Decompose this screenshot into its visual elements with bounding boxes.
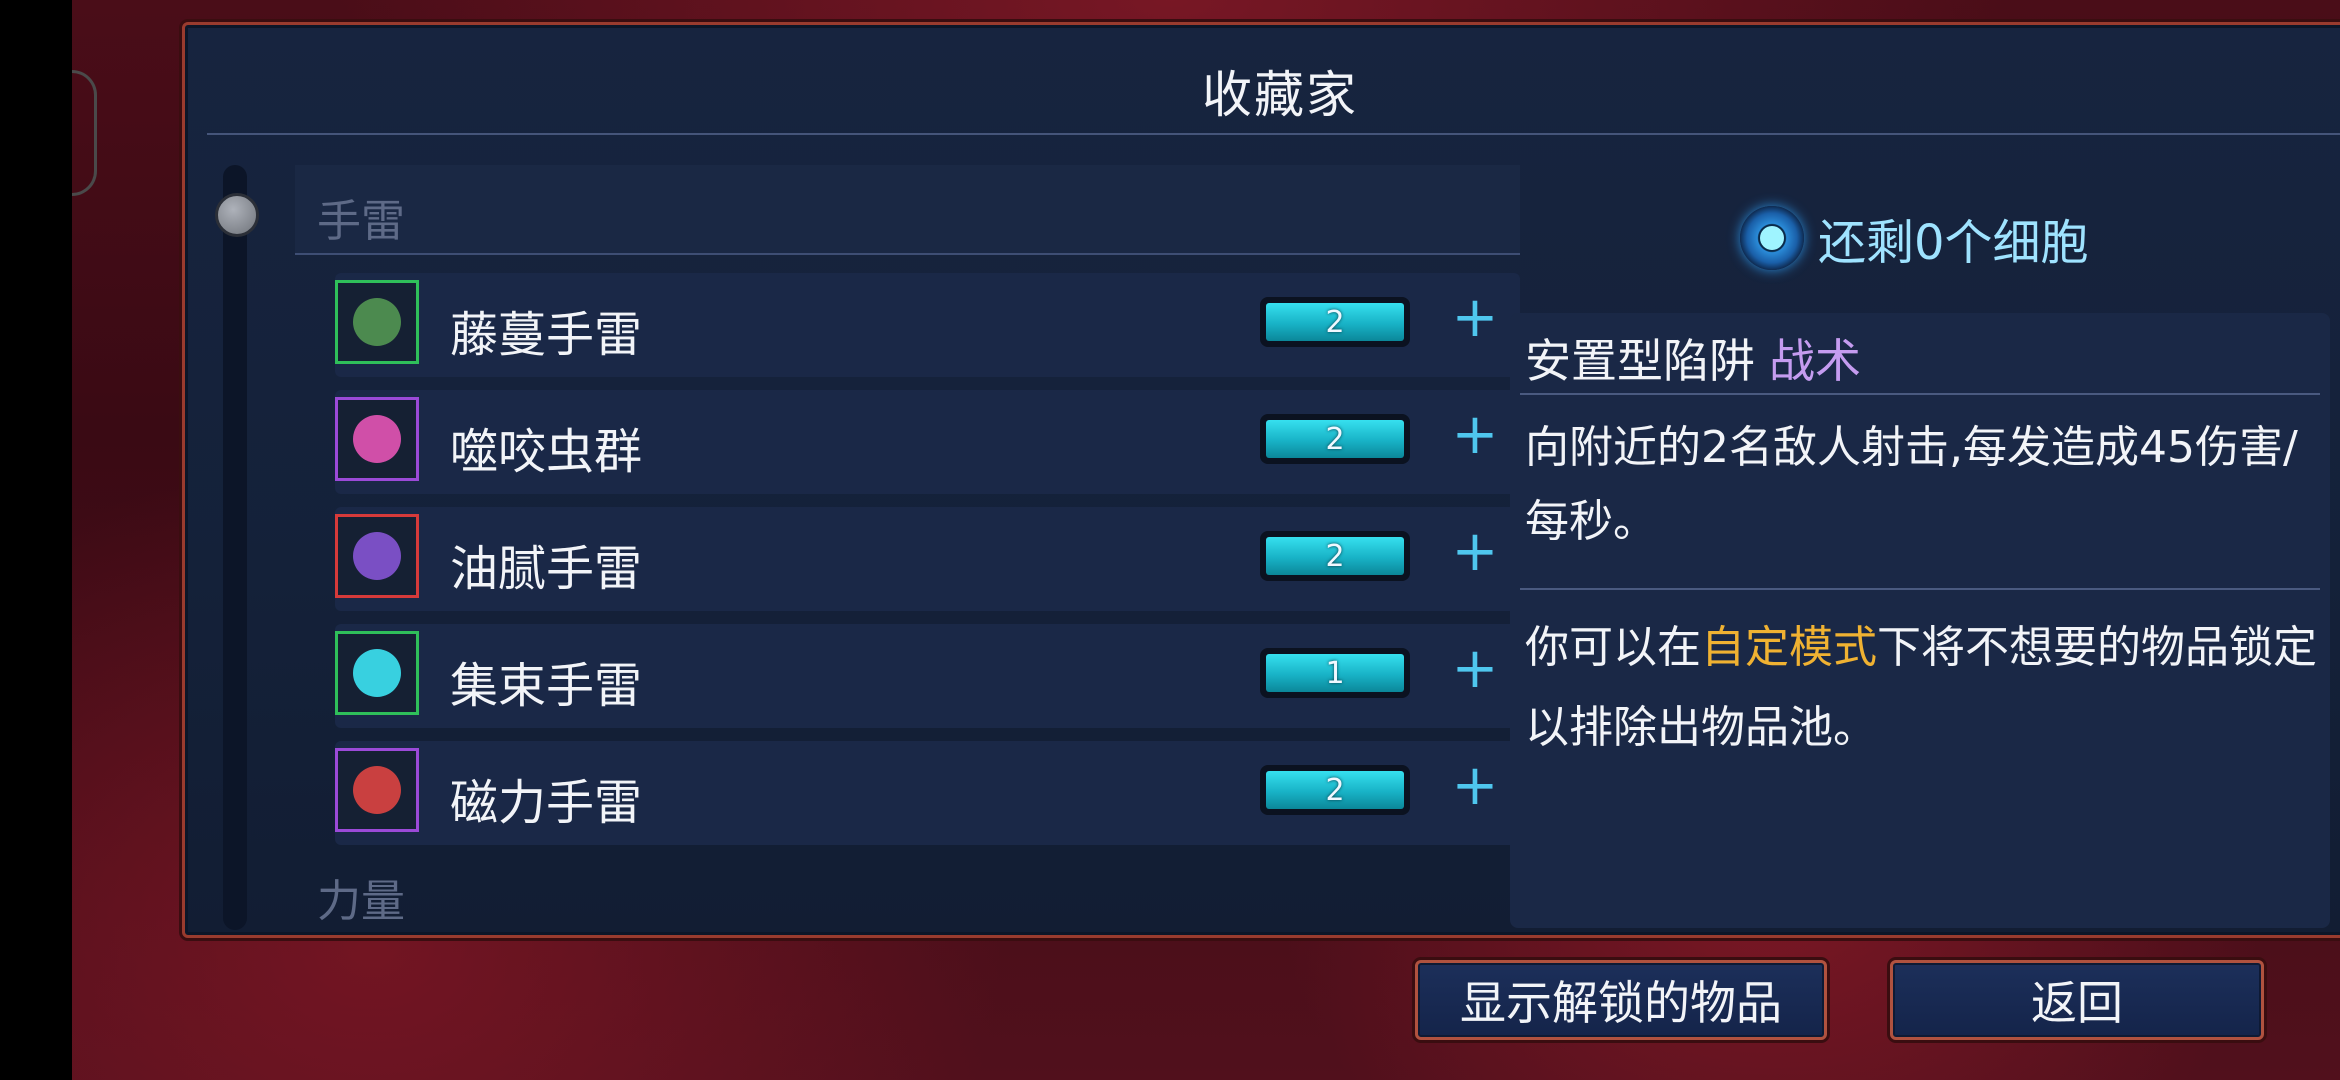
item-name: 藤蔓手雷 — [450, 307, 643, 363]
item-effect-text: 向附近的2名敌人射击,每发造成45伤害/每秒。 — [1525, 422, 2298, 547]
level-bar: 2 — [1260, 531, 1410, 581]
category-divider — [295, 253, 1520, 255]
description-divider — [1520, 393, 2320, 395]
cluster-grenade-icon — [335, 631, 419, 715]
item-description-box: 安置型陷阱 战术 向附近的2名敌人射击,每发造成45伤害/每秒。 你可以在自定模式… — [1510, 313, 2330, 928]
hint-prefix: 你可以在 — [1525, 622, 1701, 673]
biting-swarm-icon — [335, 397, 419, 481]
category-label-grenades: 手雷 — [317, 196, 405, 247]
level-value: 2 — [1266, 537, 1404, 575]
item-name: 磁力手雷 — [450, 775, 643, 831]
device-notch — [72, 70, 97, 196]
level-bar: 1 — [1260, 648, 1410, 698]
level-bar: 2 — [1260, 414, 1410, 464]
level-bar: 2 — [1260, 765, 1410, 815]
game-background: 收藏家 手雷 藤蔓手雷 2 + 噬咬虫群 2 + 油腻手雷 2 + 集束手雷 1… — [72, 0, 2340, 1080]
oil-grenade-icon — [335, 514, 419, 598]
item-type: 安置型陷阱 战术 — [1525, 325, 1861, 391]
level-value: 2 — [1266, 771, 1404, 809]
item-row-oil-grenade[interactable]: 油腻手雷 2 + — [335, 507, 1520, 611]
item-name: 油腻手雷 — [450, 541, 643, 597]
cell-icon — [1740, 206, 1804, 270]
back-button[interactable]: 返回 — [1890, 960, 2264, 1040]
add-level-button[interactable]: + — [1445, 751, 1505, 821]
vine-grenade-icon — [335, 280, 419, 364]
custom-mode-link: 自定模式 — [1701, 622, 1877, 673]
add-level-button[interactable]: + — [1445, 283, 1505, 353]
cells-remaining-text: 还剩0个细胞 — [1818, 215, 2089, 271]
add-level-button[interactable]: + — [1445, 634, 1505, 704]
level-value: 2 — [1266, 303, 1404, 341]
category-header — [295, 165, 1520, 255]
description-divider — [1520, 588, 2320, 590]
item-row-cluster-grenade[interactable]: 集束手雷 1 + — [335, 624, 1520, 728]
item-row-biting-swarm[interactable]: 噬咬虫群 2 + — [335, 390, 1520, 494]
category-label-power: 力量 — [317, 876, 405, 927]
level-bar: 2 — [1260, 297, 1410, 347]
level-value: 2 — [1266, 420, 1404, 458]
item-row-magnetic-grenade[interactable]: 磁力手雷 2 + — [335, 741, 1520, 845]
show-unlocked-items-button[interactable]: 显示解锁的物品 — [1415, 960, 1827, 1040]
scrollbar-track[interactable] — [223, 165, 247, 930]
scrollbar-thumb[interactable] — [215, 193, 259, 237]
collector-panel: 收藏家 手雷 藤蔓手雷 2 + 噬咬虫群 2 + 油腻手雷 2 + 集束手雷 1… — [182, 22, 2340, 938]
title-divider — [207, 133, 2340, 135]
cells-counter: 还剩0个细胞 — [1740, 203, 2089, 273]
add-level-button[interactable]: + — [1445, 517, 1505, 587]
item-row-vine-grenade[interactable]: 藤蔓手雷 2 + — [335, 273, 1520, 377]
detail-panel: 还剩0个细胞 安置型陷阱 战术 向附近的2名敌人射击,每发造成45伤害/每秒。 你… — [1510, 143, 2340, 928]
item-list[interactable]: 手雷 藤蔓手雷 2 + 噬咬虫群 2 + 油腻手雷 2 + 集束手雷 1 + 磁… — [205, 143, 1540, 930]
custom-mode-hint: 你可以在自定模式下将不想要的物品锁定以排除出物品池。 — [1525, 608, 2325, 768]
panel-title: 收藏家 — [1202, 66, 1358, 124]
magnetic-grenade-icon — [335, 748, 419, 832]
level-value: 1 — [1266, 654, 1404, 692]
item-name: 噬咬虫群 — [450, 424, 643, 480]
add-level-button[interactable]: + — [1445, 400, 1505, 470]
item-tag: 战术 — [1769, 334, 1861, 388]
item-type-label: 安置型陷阱 — [1525, 334, 1755, 388]
item-name: 集束手雷 — [450, 658, 643, 714]
